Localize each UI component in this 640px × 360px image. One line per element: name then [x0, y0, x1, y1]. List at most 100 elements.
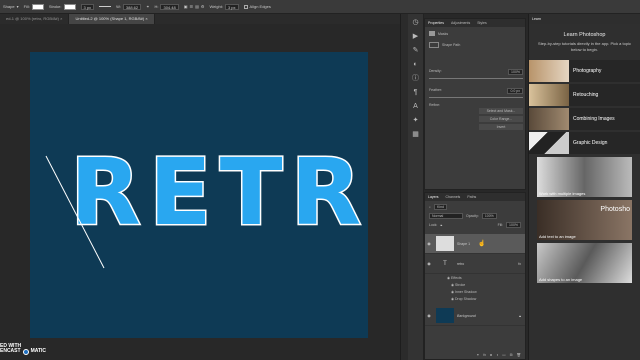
weight-field[interactable]: 3 px [224, 3, 239, 10]
folder-icon[interactable]: ▭ [502, 353, 505, 357]
effect-inner-shadow[interactable]: ◉ Inner Shadow [447, 289, 525, 296]
swatches-icon[interactable]: ▦ [411, 130, 421, 140]
path-alignment-icon[interactable]: ☰ [190, 4, 194, 9]
tab-layers[interactable]: Layers [428, 195, 439, 199]
feather-field[interactable]: 0.0 px [507, 88, 523, 94]
select-and-mask-button[interactable]: Select and Mask... [479, 108, 523, 114]
mask-button-icon[interactable]: ◘ [490, 353, 492, 357]
layer-row-shape-1[interactable]: ◉ Shape 1 ☝ [425, 234, 525, 254]
fill-swatch[interactable] [31, 3, 44, 10]
learn-tabs: Learn [529, 14, 640, 24]
eye-icon[interactable]: ◉ [425, 261, 433, 266]
tutorial-card-label: Add text to an image [539, 234, 576, 239]
link-icon[interactable]: ⚭ [146, 4, 149, 9]
info-icon[interactable]: ⓘ [411, 74, 421, 84]
opacity-field[interactable]: 100% [481, 213, 497, 219]
tutorial-card-multiple-images[interactable]: Work with multiple images [537, 157, 632, 197]
align-edges-checkbox[interactable]: Align Edges [243, 4, 271, 9]
trash-icon[interactable]: 🗑︎ [517, 353, 521, 357]
search-icon: ⌕ [429, 205, 431, 209]
topic-label: Retouching [573, 92, 599, 98]
effects-row[interactable]: ◉ Effects [447, 275, 525, 282]
tool-mode-select[interactable]: Shape ▾ [3, 4, 19, 9]
fx-icon[interactable]: fx [518, 262, 521, 266]
checkbox-box[interactable] [243, 4, 248, 9]
layer-thumbnail [436, 308, 454, 323]
brush-icon[interactable]: ✎ [411, 46, 421, 56]
document-canvas[interactable]: RETRO [30, 52, 368, 338]
learn-subtitle: Step-by-step tutorials directly in the a… [538, 41, 631, 52]
tab-styles[interactable]: Styles [477, 21, 487, 25]
doc-tab-2[interactable]: Untitled-2 @ 100% (Shape 1, RGB/8#) × [69, 14, 155, 24]
close-icon[interactable]: × [145, 16, 147, 21]
tool-mode-label: Shape [3, 4, 15, 9]
layers-panel: Layers Channels Paths ⌕ Kind Normal Opac… [424, 192, 526, 360]
stroke-style-select[interactable] [99, 6, 112, 7]
character-icon[interactable]: A [411, 102, 421, 112]
tab-paths[interactable]: Paths [467, 195, 476, 199]
eye-icon[interactable]: ◉ [425, 313, 433, 318]
fill-opacity-field[interactable]: 100% [506, 222, 521, 228]
width-label: W: [116, 4, 121, 9]
feather-label: Feather: [429, 88, 443, 92]
tab-adjustments[interactable]: Adjustments [451, 21, 470, 25]
fx-button-icon[interactable]: fx [483, 353, 486, 357]
path-arrangement-icon[interactable]: ▤ [195, 4, 199, 9]
lock-icon[interactable]: 🔒︎ [440, 223, 442, 227]
tutorial-card-add-shapes[interactable]: Add shapes to an image [537, 243, 632, 283]
effect-label: Stroke [455, 283, 466, 287]
tutorial-card-label: Work with multiple images [539, 191, 586, 196]
color-range-button[interactable]: Color Range... [479, 116, 523, 122]
invert-button[interactable]: Invert [479, 124, 523, 130]
adjustment-icon[interactable]: ◑ [496, 353, 498, 357]
height-field[interactable]: 304.48 [160, 3, 179, 10]
screencast-logo-icon [22, 348, 29, 355]
effect-stroke[interactable]: ◉ Stroke [447, 282, 525, 289]
link-layers-icon[interactable]: ⚭ [476, 353, 479, 357]
fill-opacity-label: Fill: [497, 223, 504, 227]
play-icon[interactable]: ▶ [411, 32, 421, 42]
history-icon[interactable]: ◷ [411, 18, 421, 28]
lock-label: Lock: [429, 223, 438, 227]
close-icon[interactable]: × [60, 16, 62, 21]
tutorial-card-add-text[interactable]: Photosho Add text to an image [537, 200, 632, 240]
glyphs-icon[interactable]: ✦ [411, 116, 421, 126]
stroke-control[interactable]: Stroke: [49, 3, 76, 10]
stroke-swatch[interactable] [63, 3, 76, 10]
stroke-width-field[interactable]: 3 px [80, 3, 95, 10]
topic-graphic-design[interactable]: Graphic Design [529, 132, 640, 154]
feather-slider[interactable] [429, 97, 523, 98]
layer-filter-select[interactable]: Kind [433, 204, 447, 210]
shape-path-label: Shape Path [442, 43, 461, 47]
fill-control[interactable]: Fill: [24, 3, 44, 10]
layer-row-retro[interactable]: ◉ T retro fx [425, 254, 525, 274]
density-slider[interactable] [429, 78, 523, 79]
topic-combining-images[interactable]: Combining Images [529, 108, 640, 130]
path-operations-icon[interactable]: ▣ [184, 4, 188, 9]
new-layer-icon[interactable]: ⊞ [510, 353, 513, 357]
cursor-hand-icon: ☝ [478, 241, 486, 247]
layer-row-background[interactable]: ◉ Background 🔒︎ [425, 306, 525, 326]
text-layer-icon: T [443, 260, 447, 267]
mask-icon [429, 31, 435, 36]
height-label: H: [154, 4, 159, 9]
topic-retouching[interactable]: Retouching [529, 84, 640, 106]
panel-dock-strip: ◷ ▶ ✎ ◐ ⓘ ¶ A ✦ ▦ [408, 14, 424, 360]
gear-icon[interactable]: ⚙ [201, 4, 205, 9]
topic-photography[interactable]: Photography [529, 60, 640, 82]
doc-tab-1[interactable]: ed-1 @ 100% (retro, RGB/8#) × [0, 14, 70, 24]
blend-mode-select[interactable]: Normal [429, 213, 463, 219]
watermark-brand-left: ENCAST [0, 348, 21, 354]
tab-channels[interactable]: Channels [446, 195, 461, 199]
retro-text-layer[interactable]: RETRO [69, 138, 369, 248]
density-field[interactable]: 100% [508, 69, 523, 75]
doc-tab-label: ed-1 @ 100% (retro, RGB/8#) [6, 16, 59, 21]
tab-properties[interactable]: Properties [428, 21, 444, 25]
width-field[interactable]: 388.62 [122, 3, 142, 10]
opacity-label: Opacity: [466, 214, 479, 218]
effect-drop-shadow[interactable]: ◉ Drop Shadow [447, 296, 525, 303]
eye-icon[interactable]: ◉ [425, 241, 433, 246]
tab-learn[interactable]: Learn [532, 17, 541, 21]
color-icon[interactable]: ◐ [411, 60, 421, 70]
paragraph-icon[interactable]: ¶ [411, 88, 421, 98]
